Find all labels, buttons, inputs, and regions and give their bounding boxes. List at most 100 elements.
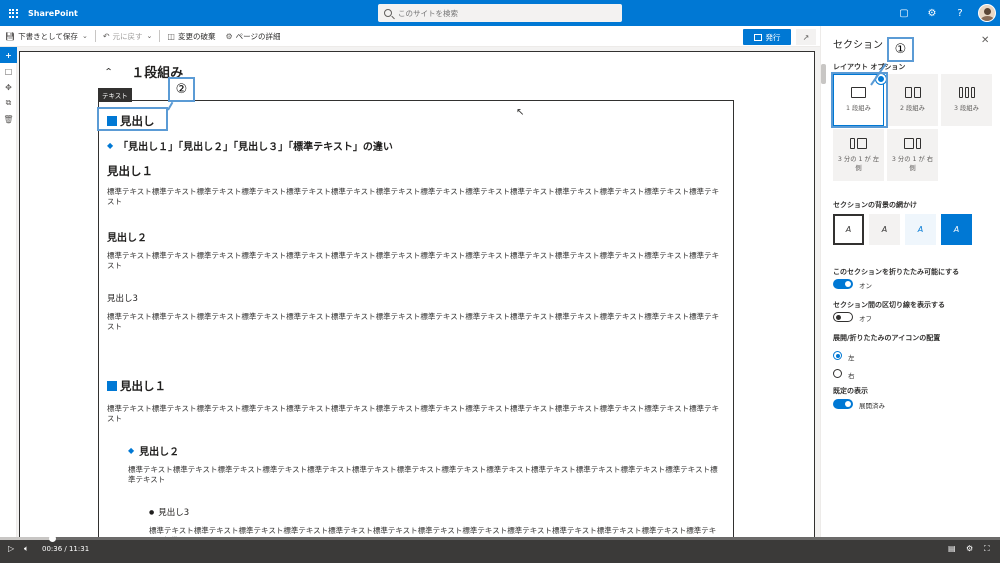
layout-label: 2 段組み	[900, 105, 925, 112]
video-player-bar: ▷ 🔈︎ 00:36 / 11:31 ▤ ⚙ ⛶	[0, 535, 1000, 563]
page-details-label: ページの詳細	[235, 31, 281, 41]
collapse-panel-button[interactable]: ↗︎	[796, 29, 816, 45]
save-icon: 💾︎	[5, 31, 16, 41]
command-bar: 💾︎ 下書きとして保存 ⌄ ↶ 元に戻す ⌄ ◫ 変更の破棄 ⚙ ページの詳細	[0, 26, 820, 47]
chevron-down-icon[interactable]: ⌄	[147, 32, 153, 40]
paragraph: 標準テキスト標準テキスト標準テキスト標準テキスト標準テキスト標準テキスト標準テキ…	[107, 187, 720, 206]
icon-position-label: 展開/折りたたみのアイコンの配置	[833, 334, 941, 342]
heading-1-styled: 見出し１	[107, 378, 166, 394]
background-label: セクションの背景の網かけ	[833, 201, 917, 209]
close-icon[interactable]: ✕	[981, 35, 989, 46]
background-glyph: A	[917, 225, 924, 234]
heading-1: 見出し１	[107, 164, 153, 178]
comment-icon[interactable]: □	[0, 63, 17, 79]
heading-3: 見出し3	[107, 294, 138, 304]
megaphone-icon[interactable]: ▢	[890, 0, 918, 26]
heading-3-styled-text: 見出し3	[158, 508, 190, 518]
fullscreen-icon[interactable]: ⛶	[984, 544, 990, 554]
layout-two-columns[interactable]: 2 段組み	[887, 74, 938, 126]
heading-2-styled: ◆ 見出し２	[128, 443, 179, 458]
diamond-bullet-icon: ◆	[107, 141, 114, 150]
undo-icon: ↶	[102, 31, 110, 41]
background-glyph: A	[881, 225, 888, 234]
background-soft[interactable]: A	[905, 214, 936, 245]
collapsible-state: オン	[859, 282, 872, 290]
heading-2: 見出し２	[107, 233, 147, 244]
divider-label: セクション間の区切り線を表示する	[833, 301, 945, 309]
app-launcher-icon[interactable]	[0, 0, 26, 26]
undo-button[interactable]: ↶ 元に戻す ⌄	[98, 26, 158, 47]
layout-label: 3 段組み	[954, 105, 979, 112]
search-input[interactable]	[398, 8, 598, 18]
publish-button[interactable]: 発行	[743, 29, 791, 45]
heading-2-styled-text: 見出し２	[139, 447, 180, 458]
divider-toggle[interactable]	[833, 312, 853, 322]
callout-box-one	[831, 72, 888, 128]
paragraph: 標準テキスト標準テキスト標準テキスト標準テキスト標準テキスト標準テキスト標準テキ…	[107, 312, 720, 331]
discard-label: 変更の破棄	[177, 31, 216, 41]
background-neutral[interactable]: A	[869, 214, 900, 245]
collapsible-label: このセクションを折りたたみ可能にする	[833, 268, 960, 276]
save-draft-label: 下書きとして保存	[18, 31, 78, 41]
discard-icon: ◫	[167, 31, 175, 41]
layout-one-third-right[interactable]: 3 分の 1 が 右側	[887, 129, 938, 181]
background-glyph: A	[845, 225, 852, 234]
icon-position-left-label: 左	[848, 354, 855, 362]
move-icon[interactable]: ✥	[0, 79, 17, 95]
diff-heading-text: 「見出し１」「見出し２」「見出し３」「標準テキスト」の違い	[118, 142, 393, 153]
chevron-down-icon[interactable]: ⌄	[82, 32, 88, 40]
layout-three-columns[interactable]: 3 段組み	[941, 74, 992, 126]
panel-title: セクション	[833, 40, 883, 51]
delete-icon[interactable]: 🗑︎	[0, 111, 17, 127]
publish-label: 発行	[765, 32, 781, 42]
layout-label: 3 分の 1 が 左側	[837, 155, 880, 172]
search-icon	[384, 9, 392, 17]
paragraph: 標準テキスト標準テキスト標準テキスト標準テキスト標準テキスト標準テキスト標準テキ…	[107, 404, 720, 423]
scrollbar[interactable]	[821, 64, 826, 84]
layout-one-third-left[interactable]: 3 分の 1 が 左側	[833, 129, 884, 181]
help-icon[interactable]: ?	[946, 0, 974, 26]
section-properties-panel: セクション ✕ レイアウト オプション 1 段組み 2 段組み 3 段組み 3 …	[820, 26, 1000, 537]
background-strong[interactable]: A	[941, 214, 972, 245]
video-time: 00:36 / 11:31	[42, 545, 90, 553]
paragraph: 標準テキスト標準テキスト標準テキスト標準テキスト標準テキスト標準テキスト標準テキ…	[149, 526, 717, 537]
video-progress-bar[interactable]	[0, 535, 1000, 542]
bullet-icon: ●	[149, 508, 155, 516]
search-box[interactable]	[378, 4, 622, 22]
background-options: A A A A	[833, 214, 972, 245]
add-icon[interactable]: +	[0, 47, 17, 63]
brand-name[interactable]: SharePoint	[28, 9, 78, 18]
chevron-up-icon[interactable]: ⌃	[104, 66, 113, 76]
divider-state: オフ	[859, 315, 872, 323]
page-details-button[interactable]: ⚙ ページの詳細	[220, 26, 285, 47]
publish-icon	[753, 33, 762, 41]
settings-icon[interactable]: ⚙	[966, 544, 973, 553]
background-glyph: A	[953, 225, 960, 234]
diamond-bullet-icon: ◆	[128, 446, 135, 455]
discard-button[interactable]: ◫ 変更の破棄	[162, 26, 220, 47]
callout-number-two: ②	[168, 77, 195, 102]
volume-icon[interactable]: 🔈︎	[24, 544, 29, 554]
collapse-icon: ↗︎	[802, 32, 810, 42]
paragraph: 標準テキスト標準テキスト標準テキスト標準テキスト標準テキスト標準テキスト標準テキ…	[128, 465, 718, 484]
callout-number-one: ①	[887, 37, 914, 62]
play-icon[interactable]: ▷	[8, 544, 14, 553]
square-bullet-icon	[107, 381, 117, 391]
section-toolbar: + □ ✥ ⧉ 🗑︎	[0, 47, 17, 537]
layout-label: 3 分の 1 が 右側	[891, 155, 934, 172]
avatar[interactable]	[978, 4, 996, 22]
default-view-toggle[interactable]	[833, 399, 853, 409]
duplicate-icon[interactable]: ⧉	[0, 95, 17, 111]
default-view-label: 既定の表示	[833, 387, 868, 395]
progress-knob[interactable]	[49, 535, 56, 542]
save-draft-button[interactable]: 💾︎ 下書きとして保存 ⌄	[0, 26, 93, 47]
icon-position-right-radio[interactable]	[833, 369, 842, 378]
icon-position-left-radio[interactable]	[833, 351, 842, 360]
captions-icon[interactable]: ▤	[948, 544, 956, 553]
gear-icon[interactable]: ⚙	[918, 0, 946, 26]
text-webpart[interactable]: 見出し ◆ 「見出し１」「見出し２」「見出し３」「標準テキスト」の違い 見出し１…	[98, 100, 734, 537]
undo-label: 元に戻す	[112, 31, 143, 41]
collapsible-toggle[interactable]	[833, 279, 853, 289]
background-none[interactable]: A	[833, 214, 864, 245]
callout-box-two	[97, 107, 168, 131]
